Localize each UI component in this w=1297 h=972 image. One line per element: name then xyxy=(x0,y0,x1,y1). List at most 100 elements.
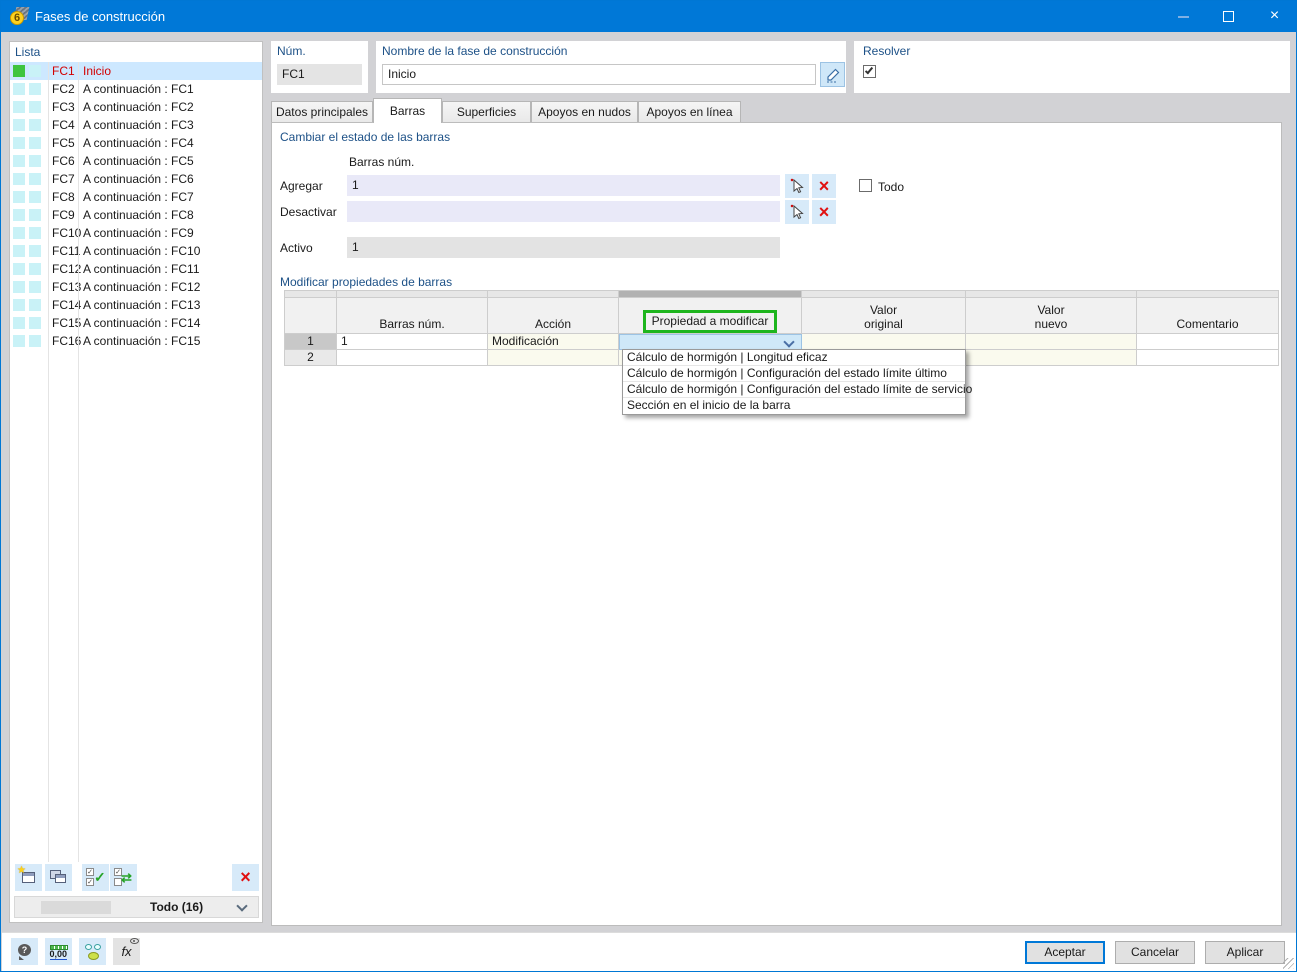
cell-valor-nuevo[interactable] xyxy=(966,334,1137,350)
status-square-icon xyxy=(13,299,25,311)
check-all-icon: ✓ ✓ ✓ xyxy=(86,868,106,886)
resolver-label: Resolver xyxy=(863,44,911,58)
phase-desc: A continuación : FC11 xyxy=(83,262,200,276)
name-label: Nombre de la fase de construcción xyxy=(382,44,568,58)
barras-num-column-label: Barras núm. xyxy=(349,155,415,169)
app-logo-icon: 6 xyxy=(10,7,30,26)
resize-grip[interactable] xyxy=(1283,958,1294,969)
tab-barras[interactable]: Barras xyxy=(373,98,442,123)
phase-desc: A continuación : FC15 xyxy=(83,334,201,348)
desactivar-input[interactable] xyxy=(347,201,780,222)
table-strip-cell xyxy=(337,290,488,298)
phase-id: FC9 xyxy=(52,208,75,222)
maximize-button[interactable] xyxy=(1206,1,1252,32)
new-phase-button[interactable]: ★ xyxy=(15,864,42,891)
tab-apoyos-en-nudos[interactable]: Apoyos en nudos xyxy=(531,101,638,123)
status-square-icon xyxy=(13,335,25,347)
status-square-icon xyxy=(13,173,25,185)
status-square-icon xyxy=(29,191,41,203)
column-header-comentario[interactable]: Comentario xyxy=(1137,298,1279,334)
help-button[interactable]: ? xyxy=(11,938,38,965)
footer-bar: ? 0,00 fx Aceptar Cancelar Aplicar xyxy=(2,932,1296,971)
dropdown-option[interactable]: Sección en el inicio de la barra xyxy=(623,398,965,414)
group-title-modify-properties: Modificar propiedades de barras xyxy=(280,275,453,289)
dropdown-option[interactable]: Cálculo de hormigón | Configuración del … xyxy=(623,382,972,398)
dropdown-option[interactable]: Cálculo de hormigón | Longitud eficaz xyxy=(623,350,965,366)
pencil-icon xyxy=(826,68,839,82)
list-filter-combobox[interactable]: Todo (16) xyxy=(14,896,259,918)
cell-propiedad-combobox-open[interactable] xyxy=(619,334,802,350)
table-strip-cell xyxy=(966,290,1137,298)
phase-id: FC6 xyxy=(52,154,75,168)
highlight-green-box: Propiedad a modificar xyxy=(642,310,778,333)
close-button[interactable]: × xyxy=(1252,1,1296,32)
cell-barras[interactable]: 1 xyxy=(337,334,488,350)
cell-valor-original[interactable] xyxy=(802,334,966,350)
filter-color-swatch xyxy=(41,901,111,914)
cell-comentario[interactable] xyxy=(1137,334,1279,350)
desactivar-pick-button[interactable] xyxy=(785,200,809,224)
phase-id: FC10 xyxy=(52,226,82,240)
formula-button[interactable]: fx xyxy=(113,938,140,965)
phase-id: FC14 xyxy=(52,298,82,312)
desactivar-clear-button[interactable]: × xyxy=(812,200,836,224)
agregar-input[interactable]: 1 xyxy=(347,175,780,196)
maximize-icon xyxy=(1223,11,1234,22)
column-header-propiedad[interactable]: Propiedad a modificar xyxy=(619,298,802,334)
status-square-icon xyxy=(29,263,41,275)
phase-id: FC16 xyxy=(52,334,82,348)
copy-phase-button[interactable] xyxy=(45,864,72,891)
row-number-cell[interactable]: 2 xyxy=(284,350,337,366)
tab-datos-principales[interactable]: Datos principales xyxy=(271,101,373,123)
status-square-icon xyxy=(29,317,41,329)
minimize-button[interactable] xyxy=(1160,1,1206,32)
column-header-accion[interactable]: Acción xyxy=(488,298,619,334)
dialog-window: 6 Fases de construcción × Lista FC1 Inici… xyxy=(0,0,1297,972)
hierarchy-tree-icon xyxy=(84,943,102,961)
phase-desc: A continuación : FC6 xyxy=(83,172,194,186)
invert-selection-button[interactable]: ✓ ⇄ xyxy=(110,864,137,891)
new-window-icon: ★ xyxy=(17,865,36,884)
cell-barras[interactable] xyxy=(337,350,488,366)
cell-accion[interactable]: Modificación xyxy=(488,334,619,350)
phase-id: FC4 xyxy=(52,118,75,132)
tab-label: Apoyos en nudos xyxy=(538,105,631,119)
apply-button[interactable]: Aplicar xyxy=(1205,941,1285,964)
status-square-icon xyxy=(13,101,25,113)
status-square-icon xyxy=(13,83,25,95)
cell-valor-nuevo[interactable] xyxy=(966,350,1137,366)
phase-list-panel: Lista FC1 Inicio FC2 A continuación : FC1 … xyxy=(9,41,263,923)
cell-comentario[interactable] xyxy=(1137,350,1279,366)
hierarchy-button[interactable] xyxy=(79,938,106,965)
units-settings-button[interactable]: 0,00 xyxy=(45,938,72,965)
phase-id: FC8 xyxy=(52,190,75,204)
status-square-icon xyxy=(13,227,25,239)
titlebar[interactable]: 6 Fases de construcción × xyxy=(1,1,1296,32)
table-strip-cell xyxy=(802,290,966,298)
check-icon xyxy=(864,65,874,75)
status-square-icon xyxy=(29,299,41,311)
resolver-checkbox[interactable] xyxy=(863,65,876,78)
phase-desc: A continuación : FC13 xyxy=(83,298,201,312)
column-header-valor-original[interactable]: Valor original xyxy=(802,298,966,334)
cancel-button[interactable]: Cancelar xyxy=(1115,941,1195,964)
delete-all-button[interactable]: × xyxy=(232,864,259,891)
accept-button[interactable]: Aceptar xyxy=(1025,941,1105,964)
cell-accion[interactable] xyxy=(488,350,619,366)
row-number-cell[interactable]: 1 xyxy=(284,334,337,350)
todo-checkbox[interactable] xyxy=(859,179,872,192)
tab-superficies[interactable]: Superficies xyxy=(442,101,531,123)
agregar-label: Agregar xyxy=(280,179,323,193)
agregar-pick-button[interactable] xyxy=(785,174,809,198)
column-header-valor-nuevo[interactable]: Valor nuevo xyxy=(966,298,1137,334)
select-all-phases-button[interactable]: ✓ ✓ ✓ xyxy=(82,864,109,891)
column-header-barras[interactable]: Barras núm. xyxy=(337,298,488,334)
rename-button[interactable] xyxy=(820,62,845,87)
tab-apoyos-en-linea[interactable]: Apoyos en línea xyxy=(638,101,741,123)
dropdown-option[interactable]: Cálculo de hormigón | Configuración del … xyxy=(623,366,965,382)
phase-id: FC12 xyxy=(52,262,82,276)
phase-name-input[interactable]: Inicio xyxy=(382,64,816,85)
phase-id: FC11 xyxy=(52,244,81,258)
agregar-clear-button[interactable]: × xyxy=(812,174,836,198)
num-panel: Núm. FC1 xyxy=(271,41,368,93)
